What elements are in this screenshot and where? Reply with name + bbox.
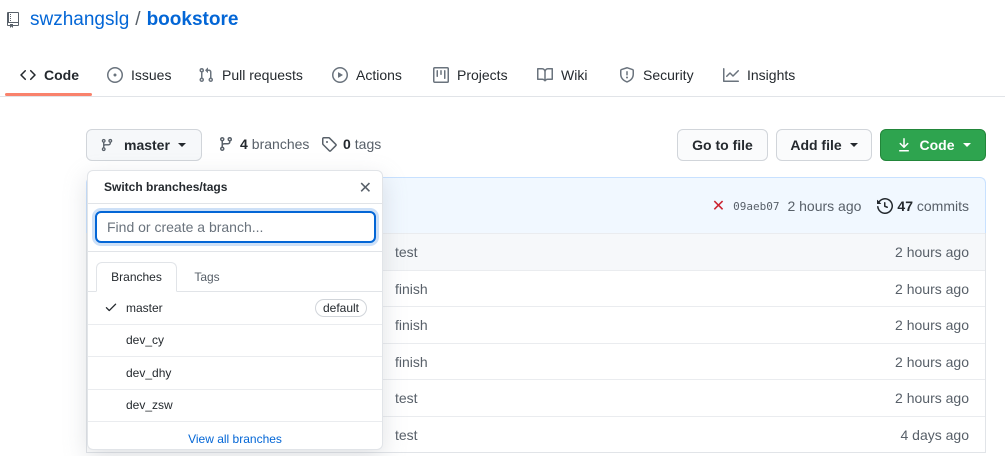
- tags-link[interactable]: 0 tags: [321, 136, 381, 152]
- branch-search-input[interactable]: [95, 211, 376, 243]
- branch-item-label: dev_cy: [126, 333, 165, 348]
- graph-icon: [723, 67, 739, 82]
- tab-tags[interactable]: Tags: [178, 262, 236, 292]
- tab-pull-requests[interactable]: Pull requests: [198, 52, 303, 97]
- tab-pull-requests-label: Pull requests: [222, 66, 303, 83]
- status-failure-icon[interactable]: ✕: [712, 196, 725, 216]
- tab-code[interactable]: Code: [20, 52, 79, 97]
- tags-label: tags: [354, 136, 382, 152]
- branch-item-label: dev_dhy: [126, 365, 172, 380]
- file-commit-message[interactable]: test: [395, 244, 418, 260]
- issue-icon: [107, 66, 123, 83]
- file-commit-age: 2 hours ago: [895, 280, 969, 297]
- history-icon: [877, 198, 894, 214]
- tab-actions[interactable]: Actions: [332, 52, 402, 97]
- file-commit-age: 2 hours ago: [895, 390, 969, 406]
- close-icon[interactable]: ✕: [359, 178, 372, 198]
- commit-sha-link[interactable]: 09aeb07: [733, 200, 779, 213]
- view-all-branches-link[interactable]: View all branches: [88, 422, 382, 456]
- repo-separator: /: [135, 9, 141, 30]
- commit-meta: ✕ 09aeb07 2 hours ago 47 commits: [712, 196, 969, 216]
- go-to-file-label: Go to file: [692, 137, 753, 153]
- check-icon: [105, 303, 117, 312]
- add-file-label: Add file: [790, 137, 842, 153]
- chevron-down-icon: [177, 143, 186, 147]
- go-to-file-button[interactable]: Go to file: [677, 129, 768, 161]
- tab-issues[interactable]: Issues: [107, 52, 171, 97]
- branch-search-wrap: [88, 204, 382, 252]
- branch-select-button[interactable]: master: [86, 129, 202, 161]
- commits-label: commits: [916, 198, 969, 214]
- default-badge: default: [314, 299, 367, 317]
- branches-label: branches: [251, 136, 310, 152]
- dropdown-tabs: Branches Tags: [88, 252, 382, 292]
- branch-select-label: master: [124, 137, 170, 153]
- chevron-down-icon: [962, 143, 971, 147]
- branch-item-dev-cy[interactable]: dev_cy: [88, 325, 382, 357]
- tab-insights[interactable]: Insights: [723, 52, 795, 97]
- branch-icon: [219, 137, 232, 152]
- tab-issues-label: Issues: [131, 66, 172, 83]
- book-icon: [537, 67, 553, 81]
- commit-time: 2 hours ago: [787, 198, 862, 214]
- file-commit-age: 4 days ago: [900, 426, 970, 443]
- tab-branches[interactable]: Branches: [96, 262, 177, 292]
- tab-insights-label: Insights: [747, 66, 796, 83]
- play-icon: [332, 66, 348, 83]
- file-commit-message[interactable]: finish: [395, 354, 428, 370]
- repo-name-link[interactable]: bookstore: [147, 9, 239, 31]
- branch-item-dev-dhy[interactable]: dev_dhy: [88, 357, 382, 390]
- branch-icon: [101, 138, 113, 152]
- dropdown-title: Switch branches/tags: [104, 180, 228, 194]
- file-commit-age: 2 hours ago: [895, 244, 969, 260]
- project-icon: [433, 66, 449, 83]
- tab-code-label: Code: [44, 66, 79, 83]
- code-icon: [20, 69, 36, 80]
- file-commit-message[interactable]: test: [395, 390, 418, 406]
- tags-count: 0: [343, 136, 351, 152]
- tab-actions-label: Actions: [356, 66, 402, 83]
- repo-nav: Code Issues Pull requests Actions Projec…: [0, 52, 1005, 97]
- file-commit-message[interactable]: test: [395, 427, 418, 443]
- file-commit-message[interactable]: finish: [395, 317, 428, 333]
- add-file-button[interactable]: Add file: [776, 129, 872, 161]
- tab-wiki[interactable]: Wiki: [537, 52, 587, 97]
- dropdown-header: Switch branches/tags: [88, 171, 382, 204]
- commits-count: 47: [897, 198, 913, 214]
- branch-switcher-dropdown: Switch branches/tags ✕ Branches Tags mas…: [87, 170, 383, 450]
- file-commit-message[interactable]: finish: [395, 281, 428, 297]
- shield-icon: [620, 66, 634, 83]
- tab-projects-label: Projects: [457, 66, 508, 83]
- code-button-label: Code: [919, 137, 955, 153]
- branch-item-dev-zsw[interactable]: dev_zsw: [88, 390, 382, 422]
- pull-request-icon: [199, 67, 214, 82]
- chevron-down-icon: [849, 143, 858, 147]
- code-button[interactable]: Code: [880, 129, 986, 161]
- branches-count: 4: [240, 136, 248, 152]
- repo-icon: [7, 12, 19, 28]
- repo-header: swzhangslg / bookstore: [6, 8, 238, 32]
- file-commit-age: 2 hours ago: [895, 317, 969, 333]
- commits-link[interactable]: 47 commits: [897, 198, 969, 214]
- tab-security-label: Security: [643, 66, 694, 83]
- selected-tab-underline: [5, 93, 92, 96]
- tag-icon: [322, 137, 337, 152]
- file-commit-age: 2 hours ago: [895, 353, 969, 370]
- branches-link[interactable]: 4 branches: [218, 136, 309, 152]
- tab-projects[interactable]: Projects: [433, 52, 508, 97]
- tab-security[interactable]: Security: [619, 52, 694, 97]
- branch-item-label: master: [126, 300, 163, 315]
- tab-wiki-label: Wiki: [561, 66, 588, 83]
- repo-owner-link[interactable]: swzhangslg: [30, 9, 129, 31]
- branch-item-master[interactable]: master default: [88, 292, 382, 325]
- download-icon: [898, 138, 909, 152]
- branch-item-label: dev_zsw: [126, 398, 173, 413]
